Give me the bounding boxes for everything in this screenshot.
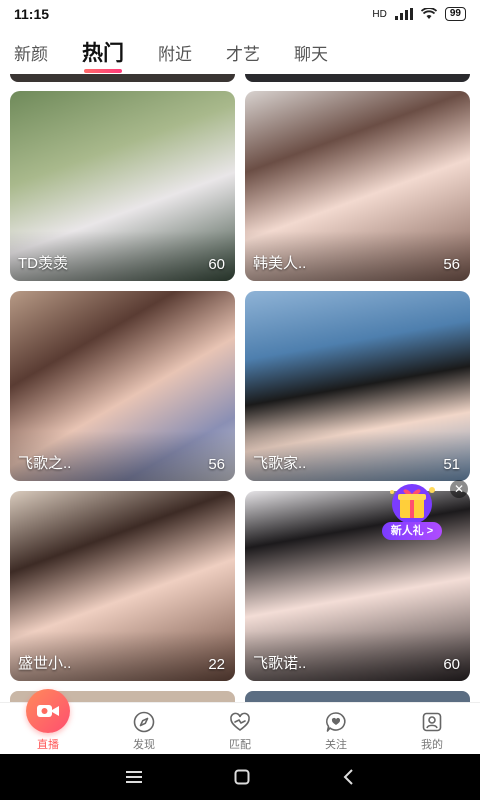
card-streamer-name: 盛世小..: [18, 655, 72, 672]
nav-label-live: 直播: [37, 739, 59, 751]
card-peek-top-right[interactable]: [245, 74, 470, 82]
new-user-gift-badge[interactable]: 新人礼 >: [380, 482, 444, 540]
heart-link-icon: [230, 712, 250, 731]
category-tabs: 新颜 热门 附近 才艺 聊天: [0, 30, 480, 74]
nav-item-follow[interactable]: 关注: [288, 703, 384, 755]
nav-item-live[interactable]: 直播: [0, 689, 96, 755]
card-peek-top-left[interactable]: [10, 74, 235, 82]
live-card[interactable]: 盛世小.. 22: [10, 491, 235, 681]
tab-talent[interactable]: 才艺: [226, 40, 260, 65]
nav-label-profile: 我的: [421, 739, 443, 751]
card-streamer-name: 韩美人..: [253, 255, 307, 272]
card-viewer-count: 56: [208, 456, 225, 473]
tab-new-faces[interactable]: 新颜: [14, 40, 48, 65]
wifi-icon: [420, 8, 437, 19]
menu-icon[interactable]: [126, 770, 142, 784]
card-streamer-name: 飞歌家..: [253, 455, 307, 472]
card-peek-bottom-right[interactable]: [245, 691, 470, 702]
card-streamer-name: 飞歌诺..: [253, 655, 307, 672]
nav-item-match[interactable]: 匹配: [192, 703, 288, 755]
close-icon[interactable]: ✕: [450, 480, 468, 498]
status-time: 11:15: [14, 6, 50, 22]
nav-item-profile[interactable]: 我的: [384, 703, 480, 755]
nav-item-discover[interactable]: 发现: [96, 703, 192, 755]
gift-box-icon: [390, 484, 435, 524]
nav-label-discover: 发现: [133, 739, 155, 751]
home-icon[interactable]: [234, 769, 250, 785]
profile-icon: [422, 712, 442, 732]
tab-chat[interactable]: 聊天: [294, 40, 328, 65]
card-viewer-count: 56: [443, 256, 460, 273]
tab-nearby[interactable]: 附近: [158, 40, 192, 65]
heart-chat-icon: [326, 712, 346, 732]
card-streamer-name: TD羡羡: [18, 255, 68, 272]
live-card[interactable]: 韩美人.. 56: [245, 91, 470, 281]
card-viewer-count: 22: [208, 656, 225, 673]
live-feed-grid: TD羡羡 60 韩美人.. 56 飞歌之.. 56 飞歌家.. 51 盛世小..…: [0, 74, 480, 702]
card-viewer-count: 51: [443, 456, 460, 473]
bottom-nav: 直播 发现 匹配 关注 我的: [0, 689, 480, 755]
live-card[interactable]: 飞歌之.. 56: [10, 291, 235, 481]
live-card[interactable]: TD羡羡 60: [10, 91, 235, 281]
nav-label-match: 匹配: [229, 739, 251, 751]
status-bar: 11:15 HD 99: [0, 0, 480, 28]
gift-badge-label: 新人礼 >: [382, 522, 442, 540]
card-viewer-count: 60: [443, 656, 460, 673]
battery-indicator: 99: [444, 7, 466, 21]
tab-popular[interactable]: 热门: [82, 37, 124, 73]
status-icons: HD 99: [372, 7, 466, 21]
nav-label-follow: 关注: [325, 739, 347, 751]
card-streamer-name: 飞歌之..: [18, 455, 72, 472]
card-viewer-count: 60: [208, 256, 225, 273]
compass-icon: [133, 711, 155, 733]
back-icon[interactable]: [342, 769, 354, 785]
network-type-label: HD: [372, 8, 387, 20]
live-camera-icon: [26, 689, 70, 733]
live-card[interactable]: 飞歌家.. 51: [245, 291, 470, 481]
system-nav-bar: [0, 754, 480, 800]
signal-icon: [394, 8, 413, 20]
